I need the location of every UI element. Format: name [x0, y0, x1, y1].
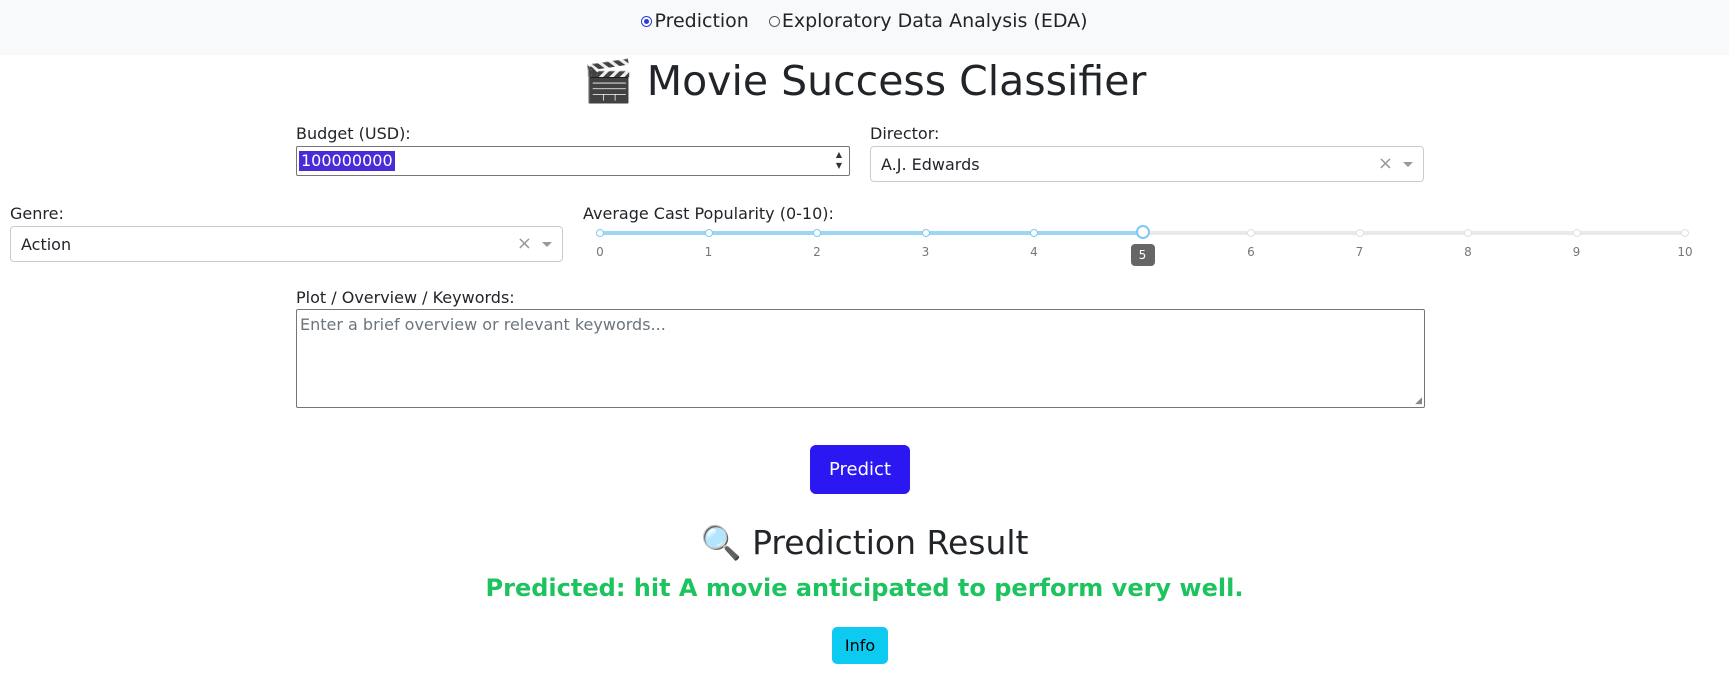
- result-text: Predicted: hit A movie anticipated to pe…: [485, 574, 1244, 602]
- slider-tick-dot[interactable]: [1030, 229, 1038, 237]
- view-selector: Prediction Exploratory Data Analysis (ED…: [0, 0, 1729, 55]
- budget-input[interactable]: 100000000 ▲ ▼: [296, 146, 850, 176]
- slider-tick-dot[interactable]: [813, 229, 821, 237]
- cast-popularity-label: Average Cast Popularity (0-10):: [583, 204, 834, 223]
- page-title: 🎬 Movie Success Classifier: [582, 57, 1147, 105]
- slider-tick-dot[interactable]: [1464, 229, 1472, 237]
- director-label: Director:: [870, 124, 940, 143]
- overview-textarea[interactable]: Enter a brief overview or relevant keywo…: [296, 309, 1425, 408]
- budget-input-value: 100000000: [299, 151, 395, 171]
- slider-tick-label: 8: [1464, 245, 1472, 259]
- director-chevron-down-icon[interactable]: [1403, 162, 1413, 167]
- slider-tick-dot[interactable]: [704, 229, 713, 237]
- slider-handle[interactable]: [1135, 225, 1150, 239]
- result-title: 🔍 Prediction Result: [700, 523, 1029, 562]
- slider-tick-label: 9: [1572, 245, 1581, 259]
- radio-prediction-dot[interactable]: [641, 15, 653, 27]
- slider-tick-dot[interactable]: [1355, 229, 1364, 237]
- radio-eda[interactable]: Exploratory Data Analysis (EDA): [768, 10, 1088, 32]
- director-selected-value: A.J. Edwards: [881, 155, 980, 174]
- genre-chevron-down-icon[interactable]: [542, 242, 552, 247]
- genre-dropdown[interactable]: Action ×: [10, 226, 563, 262]
- slider-tick-label: 7: [1355, 245, 1364, 259]
- genre-label: Genre:: [10, 204, 64, 223]
- predict-button[interactable]: Predict: [810, 445, 910, 494]
- slider-tick-label: 0: [596, 245, 604, 259]
- cast-popularity-slider[interactable]: 0 1 2 3 4 6 7 8 9 10 5: [596, 225, 1693, 266]
- overview-label: Plot / Overview / Keywords:: [296, 288, 515, 307]
- slider-tick-label: 3: [921, 245, 930, 259]
- slider-tick-dot[interactable]: [1247, 229, 1255, 237]
- genre-selected-value: Action: [21, 235, 72, 254]
- genre-clear-icon[interactable]: ×: [517, 233, 532, 254]
- slider-tick-label: 10: [1677, 245, 1693, 259]
- slider-value-tooltip: 5: [1130, 244, 1155, 266]
- budget-spinner[interactable]: ▲ ▼: [833, 149, 845, 173]
- radio-prediction-label[interactable]: Prediction: [654, 10, 748, 32]
- slider-track-fill: [600, 231, 1143, 235]
- budget-label: Budget (USD):: [296, 124, 411, 143]
- slider-tick-dot[interactable]: [1572, 229, 1581, 237]
- resize-handle-icon[interactable]: ◢: [1415, 396, 1422, 406]
- overview-placeholder: Enter a brief overview or relevant keywo…: [300, 315, 666, 334]
- slider-tick-dot[interactable]: [921, 229, 930, 237]
- radio-eda-dot[interactable]: [768, 15, 780, 27]
- slider-tick-label: 1: [704, 245, 713, 259]
- info-button[interactable]: Info: [832, 627, 888, 664]
- director-dropdown[interactable]: A.J. Edwards ×: [870, 146, 1424, 182]
- slider-tick-dot[interactable]: [1681, 229, 1689, 237]
- slider-tick-label: 4: [1030, 245, 1038, 259]
- slider-tick-label: 6: [1247, 245, 1255, 259]
- slider-tick-label: 2: [813, 245, 821, 259]
- radio-eda-label[interactable]: Exploratory Data Analysis (EDA): [782, 10, 1088, 32]
- slider-tick-dot[interactable]: [596, 229, 604, 237]
- director-clear-icon[interactable]: ×: [1378, 153, 1393, 174]
- radio-prediction[interactable]: Prediction: [641, 10, 749, 32]
